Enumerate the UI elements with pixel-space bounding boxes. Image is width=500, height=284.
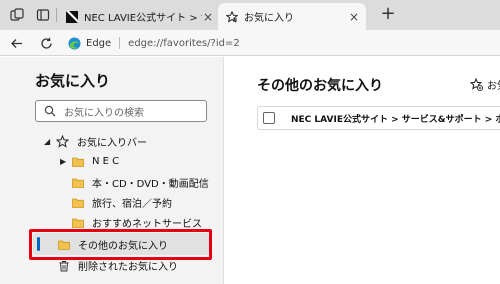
- trash-icon: [59, 260, 69, 271]
- tab-title: お気に入り: [244, 13, 294, 24]
- refresh-icon: [40, 37, 52, 49]
- address-url: edge://favorites/?id=2: [128, 37, 240, 49]
- tab-divider: [56, 8, 57, 22]
- collapse-caret-icon[interactable]: ◢: [44, 137, 52, 146]
- navigation-toolbar: Edge edge://favorites/?id=2: [0, 30, 500, 56]
- search-icon: [44, 105, 56, 117]
- tree-item-travel[interactable]: 旅行、宿泊／予約: [72, 193, 172, 212]
- tab-close-button[interactable]: ×: [202, 10, 214, 24]
- tab-actions-icon[interactable]: [34, 6, 52, 24]
- folder-icon: [72, 178, 84, 188]
- nec-favicon-icon: [66, 10, 78, 23]
- tree-item-deleted-favorites[interactable]: 削除されたお気に入り: [58, 256, 178, 275]
- add-favorite-label: お気: [487, 81, 500, 92]
- tab-close-button[interactable]: ×: [348, 10, 360, 24]
- tree-item-label: 旅行、宿泊／予約: [92, 199, 172, 210]
- new-tab-button[interactable]: +: [378, 5, 398, 25]
- tree-item-label: おすすめネットサービス: [92, 219, 202, 230]
- tree-item-label: N E C: [92, 156, 120, 167]
- favorites-sidebar: お気に入り お気に入りの検索 ◢ お気に入りバー ▶ N E C 本・CD・DV…: [0, 57, 224, 284]
- refresh-button[interactable]: [36, 33, 56, 53]
- folder-icon: [72, 218, 84, 228]
- favorites-content: その他のお気に入り お気 NEC LAVIE公式サイト > サービス&サポート …: [225, 57, 500, 284]
- add-favorite-button[interactable]: お気: [470, 77, 500, 92]
- folder-title: その他のお気に入り: [257, 78, 383, 94]
- favorites-star-icon: [226, 10, 238, 23]
- tab-favorites[interactable]: お気に入り ×: [218, 3, 366, 30]
- add-star-icon: [470, 78, 483, 91]
- tree-item-label: 削除されたお気に入り: [78, 262, 178, 273]
- tree-item-label: 本・CD・DVD・動画配信: [92, 179, 209, 190]
- tab-nec-lavie[interactable]: NEC LAVIE公式サイト > サービス&サポ ×: [58, 3, 220, 30]
- page-title: お気に入り: [35, 72, 111, 90]
- favorite-name: NEC LAVIE公式サイト > サービス&サポート > ホ…: [291, 114, 500, 125]
- tree-item-nec[interactable]: ▶ N E C: [60, 152, 119, 171]
- edge-logo-icon: [68, 36, 81, 50]
- back-arrow-icon: [10, 38, 22, 48]
- address-separator: [119, 37, 121, 49]
- search-input[interactable]: お気に入りの検索: [35, 100, 207, 122]
- star-outline-icon: [56, 135, 69, 148]
- workspaces-icon[interactable]: [8, 6, 26, 24]
- back-button[interactable]: [6, 33, 26, 53]
- tab-strip: NEC LAVIE公式サイト > サービス&サポ × お気に入り × +: [0, 0, 500, 30]
- site-label: Edge: [86, 37, 112, 49]
- item-checkbox[interactable]: [263, 112, 275, 124]
- folder-icon: [72, 198, 84, 208]
- folder-icon: [72, 157, 84, 167]
- search-placeholder: お気に入りの検索: [64, 107, 144, 119]
- address-bar[interactable]: Edge edge://favorites/?id=2: [68, 32, 500, 54]
- tree-item-books-media[interactable]: 本・CD・DVD・動画配信: [72, 173, 209, 192]
- tree-item-label: お気に入りバー: [77, 138, 147, 149]
- favorite-list-item[interactable]: NEC LAVIE公式サイト > サービス&サポート > ホ… htt: [257, 106, 500, 130]
- expand-caret-icon[interactable]: ▶: [60, 157, 68, 166]
- tree-item-favorites-bar[interactable]: ◢ お気に入りバー: [44, 132, 147, 151]
- tab-title: NEC LAVIE公式サイト > サービス&サポ: [84, 13, 202, 24]
